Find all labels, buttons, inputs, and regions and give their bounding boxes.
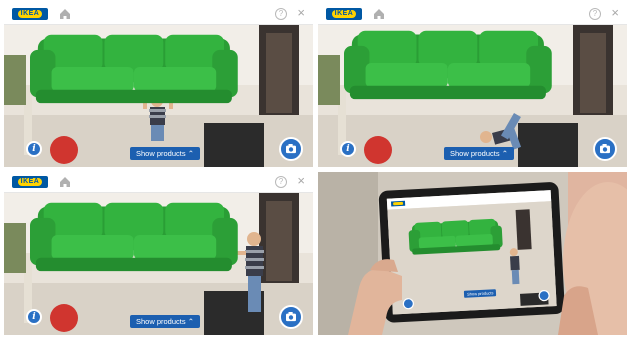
tablet-sofa-3d-model	[408, 218, 503, 255]
camera-icon	[286, 144, 296, 154]
ar-camera-view: i Show products ⌃	[318, 25, 627, 167]
info-button[interactable]: i	[26, 141, 42, 157]
ar-camera-view: i Show products ⌃	[4, 193, 313, 335]
close-icon[interactable]: ×	[297, 6, 305, 20]
screenshot-panel-kick: i Show products ⌃ IKEA ? ×	[318, 4, 627, 167]
camera-icon	[600, 144, 610, 154]
camera-button[interactable]	[279, 305, 303, 329]
room-background	[4, 193, 313, 335]
tablet-photo	[318, 172, 627, 335]
sofa-3d-model	[30, 202, 238, 272]
home-icon[interactable]	[59, 8, 71, 20]
sofa-3d-model	[30, 34, 238, 104]
show-products-button[interactable]: Show products ⌃	[444, 147, 514, 160]
help-icon[interactable]: ?	[589, 8, 601, 20]
tablet-photo-panel: Show products	[318, 172, 627, 335]
ikea-logo: IKEA	[12, 176, 48, 188]
close-icon[interactable]: ×	[611, 6, 619, 20]
close-icon[interactable]: ×	[297, 174, 305, 188]
camera-button[interactable]	[593, 137, 617, 161]
info-icon: i	[32, 312, 36, 322]
screenshot-panel-lift: i Show products ⌃ IKEA ? ×	[4, 4, 313, 167]
camera-button[interactable]	[279, 137, 303, 161]
ikea-logo: IKEA	[12, 8, 48, 20]
help-icon[interactable]: ?	[275, 176, 287, 188]
info-button[interactable]: i	[340, 141, 356, 157]
room-background	[318, 25, 627, 167]
screenshot-panel-stand: i Show products ⌃ IKEA ? ×	[4, 172, 313, 335]
app-toolbar: IKEA ? ×	[4, 172, 313, 193]
info-button[interactable]: i	[26, 309, 42, 325]
help-icon[interactable]: ?	[275, 8, 287, 20]
home-icon[interactable]	[59, 176, 71, 188]
room-background	[4, 25, 313, 167]
show-products-button[interactable]: Show products ⌃	[130, 315, 200, 328]
info-icon: i	[346, 144, 350, 154]
home-icon[interactable]	[373, 8, 385, 20]
app-toolbar: IKEA ? ×	[4, 4, 313, 25]
ikea-logo: IKEA	[326, 8, 362, 20]
sofa-3d-model	[344, 30, 552, 100]
camera-icon	[286, 312, 296, 322]
show-products-button[interactable]: Show products ⌃	[130, 147, 200, 160]
info-icon: i	[32, 144, 36, 154]
app-toolbar: IKEA ? ×	[318, 4, 627, 25]
ar-camera-view: i Show products ⌃	[4, 25, 313, 167]
